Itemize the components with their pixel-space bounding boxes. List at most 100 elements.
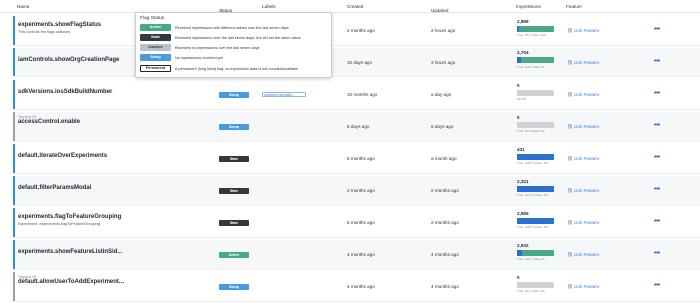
flag-name-link[interactable]: default.iterateOverExperiments <box>18 153 107 159</box>
more-actions-icon[interactable]: ••• <box>654 58 660 65</box>
link-icon: ⛓ <box>567 59 573 65</box>
more-actions-icon[interactable]: ••• <box>654 186 660 193</box>
tooltip-desc: Received no impressions over the last se… <box>175 45 260 50</box>
column-header-feature[interactable]: Feature <box>566 4 582 9</box>
table-header: Name Status ⓘ Labels Created Updated ↓ Imp… <box>0 0 700 13</box>
impressions-bar[interactable] <box>517 185 554 192</box>
link-feature-button[interactable]: ⛓Link Feature <box>567 284 599 290</box>
tooltip-desc: Received impressions with different valu… <box>175 25 289 30</box>
more-actions-icon[interactable]: ••• <box>654 218 660 225</box>
table-row[interactable]: Targeting Off accessControl.enable Setup 6 … <box>13 112 700 142</box>
status-badge: Stale <box>219 187 249 194</box>
table-row[interactable]: default.iterateOverExperiments Stale 8 mon… <box>13 144 700 174</box>
flag-name-link[interactable]: sdkVersions.iosSdkBuildNumber <box>18 89 112 95</box>
column-header-name[interactable]: Name <box>17 4 29 9</box>
impressions-count: 431 <box>517 146 525 152</box>
updated-date: a month ago <box>431 156 457 161</box>
status-badge-inactive: Inactive <box>140 44 171 51</box>
row-accent-bar <box>13 208 15 237</box>
more-actions-icon[interactable]: ••• <box>654 26 660 33</box>
link-feature-label: Link Feature <box>573 92 600 97</box>
updated-date: 4 months ago <box>431 252 459 257</box>
table-row[interactable]: default.filterParamsModal Stale 2 months a… <box>13 176 700 206</box>
link-feature-button[interactable]: ⛓Link Feature <box>567 156 599 162</box>
link-icon: ⛓ <box>567 252 573 257</box>
table-row[interactable]: experiments.showFeatureListinSid... Activ… <box>13 240 700 270</box>
impressions-breakdown: True: 100% | False: 0% <box>517 161 549 165</box>
row-accent-bar <box>13 80 15 109</box>
impressions-count: 0 <box>517 114 520 120</box>
link-feature-button[interactable]: ⛓Link Feature <box>567 188 599 194</box>
link-feature-button[interactable]: ⛓Link Feature <box>567 252 599 258</box>
link-feature-button[interactable]: ⛓Link Feature <box>567 28 599 34</box>
link-feature-button[interactable]: ⛓Link Feature <box>567 220 599 226</box>
impressions-breakdown: True: 100% | False: 0% <box>517 193 549 197</box>
created-date: 6 months ago <box>347 220 375 225</box>
status-badge: Setup <box>219 283 249 290</box>
link-feature-button[interactable]: ⛓Link Feature <box>567 124 599 130</box>
impressions-bar[interactable] <box>517 121 554 128</box>
flag-name-link[interactable]: iamControls.showOrgCreationPage <box>18 57 119 63</box>
link-feature-button[interactable]: ⛓Link Feature <box>567 60 599 66</box>
flag-name-link[interactable]: default.filterParamsModal <box>18 185 91 191</box>
impressions-bar[interactable] <box>517 249 554 256</box>
updated-date: a day ago <box>431 92 452 97</box>
row-accent-bar <box>13 144 15 173</box>
table-row[interactable]: iamControls.showOrgCreationPage 10 days a… <box>13 47 700 77</box>
status-badge-setup: Setup <box>140 54 171 61</box>
link-feature-label: Link Feature <box>573 156 600 161</box>
flag-name-link[interactable]: experiments.showFeatureListinSid... <box>18 249 122 255</box>
column-header-labels[interactable]: Labels <box>262 4 276 9</box>
updated-date: 6 days ago <box>431 124 454 129</box>
more-actions-icon[interactable]: ••• <box>654 250 660 257</box>
link-icon: ⛓ <box>567 156 573 161</box>
impressions-true-fill <box>517 153 554 160</box>
column-header-created[interactable]: Created <box>347 4 363 9</box>
more-actions-icon[interactable]: ••• <box>654 90 660 97</box>
link-icon: ⛓ <box>567 28 573 33</box>
impressions-count: 0 <box>517 274 520 280</box>
impressions-false-fill <box>517 249 523 256</box>
link-feature-label: Link Feature <box>573 284 600 289</box>
impressions-true-fill <box>522 249 554 256</box>
impressions-false-fill <box>517 57 522 63</box>
tooltip-desc: Received impressions over the last seven… <box>175 35 301 40</box>
table-row[interactable]: sdkVersions.iosSdkBuildNumber Setup backen… <box>13 80 700 110</box>
impressions-bar[interactable] <box>517 89 554 96</box>
link-feature-button[interactable]: ⛓Link Feature <box>567 92 599 98</box>
impressions-bar[interactable] <box>517 25 554 32</box>
label-chip[interactable]: backend-compatib... <box>262 92 306 97</box>
link-feature-label: Link Feature <box>573 252 600 257</box>
link-icon: ⛓ <box>567 220 573 225</box>
table-row[interactable]: experiments.flagToFeatureGrouping Experim… <box>13 208 700 238</box>
impressions-true-fill <box>518 25 554 32</box>
created-date: 6 days ago <box>347 124 370 129</box>
impressions-bar[interactable] <box>517 217 554 224</box>
column-header-impressions[interactable]: Impressions <box>516 4 541 9</box>
flag-name-link[interactable]: default.allowUserToAddExperiment... <box>18 279 124 285</box>
impressions-count: 2,704 <box>517 50 529 55</box>
impressions-bar[interactable] <box>517 281 554 288</box>
flag-name-link[interactable]: accessControl.enable <box>18 119 80 125</box>
sort-down-icon[interactable]: ↓ <box>432 8 434 13</box>
created-date: 10 days ago <box>347 59 373 65</box>
updated-date: 3 hours ago <box>431 59 456 65</box>
impressions-breakdown: True: 100% | False: 0% <box>517 225 549 229</box>
tooltip-desc: A permanent (long lived) flag, so impres… <box>175 66 299 71</box>
tooltip-desc: No impressions received yet <box>175 55 223 60</box>
flag-description: This controls the flags statuses <box>18 29 71 34</box>
flag-name-link[interactable]: experiments.showFlagStatus <box>18 22 101 28</box>
impressions-bar[interactable] <box>517 57 554 63</box>
impressions-bar[interactable] <box>517 153 554 160</box>
more-actions-icon[interactable]: ••• <box>654 154 660 161</box>
more-actions-icon[interactable]: ••• <box>654 282 660 289</box>
created-date: 4 months ago <box>347 252 375 257</box>
updated-date: 2 hours ago <box>431 28 456 33</box>
updated-date: 2 months ago <box>431 188 459 193</box>
created-date: 2 months ago <box>347 28 375 33</box>
table-row[interactable]: Targeting Off default.allowUserToAddExper… <box>13 272 700 302</box>
flag-name-link[interactable]: experiments.flagToFeatureGrouping <box>18 214 121 220</box>
more-actions-icon[interactable]: ••• <box>654 122 660 129</box>
table-row[interactable]: experiments.showFlagStatus This controls … <box>13 16 700 46</box>
impressions-count: 2,932 <box>517 242 529 248</box>
